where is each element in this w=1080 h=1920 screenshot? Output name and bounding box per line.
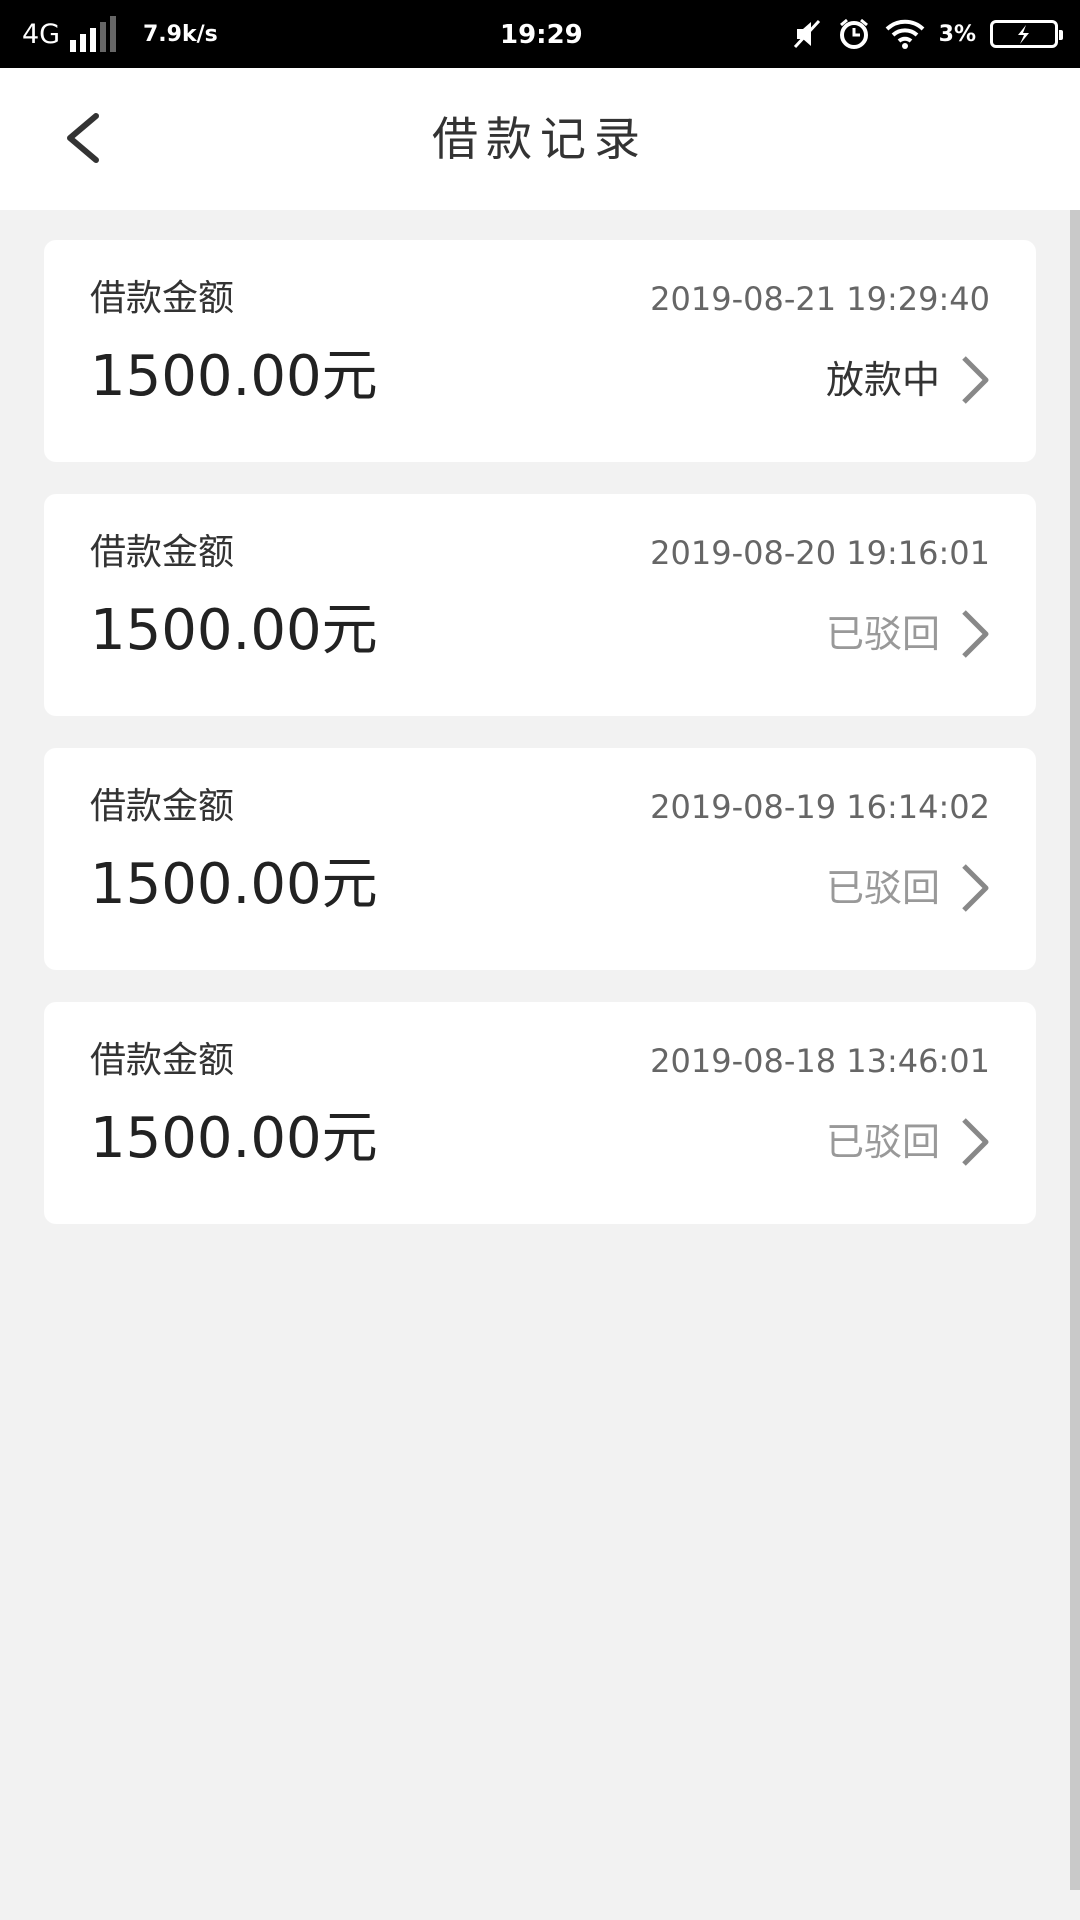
status-bar: 4G 7.9k/s 19:29 3% xyxy=(0,0,1080,68)
mute-icon xyxy=(793,19,820,49)
record-card[interactable]: 借款金额 2019-08-21 19:29:40 1500.00元 放款中 xyxy=(44,240,1036,462)
record-label: 借款金额 xyxy=(90,786,235,827)
record-label: 借款金额 xyxy=(90,278,235,319)
alarm-icon xyxy=(839,18,868,49)
battery-percent: 3% xyxy=(938,21,976,47)
record-amount: 1500.00元 xyxy=(90,598,378,663)
record-label: 借款金额 xyxy=(90,1040,235,1081)
chevron-right-icon xyxy=(962,864,989,912)
back-button[interactable] xyxy=(44,98,124,178)
record-card[interactable]: 借款金额 2019-08-20 19:16:01 1500.00元 已驳回 xyxy=(44,494,1036,716)
record-amount: 1500.00元 xyxy=(90,1106,378,1171)
record-status: 已驳回 xyxy=(825,866,940,910)
record-card[interactable]: 借款金额 2019-08-19 16:14:02 1500.00元 已驳回 xyxy=(44,748,1036,970)
record-date: 2019-08-21 19:29:40 xyxy=(650,280,990,318)
chevron-left-icon xyxy=(67,113,99,163)
record-status: 已驳回 xyxy=(825,612,940,656)
scrollbar[interactable] xyxy=(1070,210,1080,1890)
battery-charging-icon xyxy=(990,20,1063,48)
record-date: 2019-08-19 16:14:02 xyxy=(650,788,990,826)
record-label: 借款金额 xyxy=(90,532,235,573)
network-speed: 7.9k/s xyxy=(143,22,218,47)
signal-icon xyxy=(70,16,126,52)
clock: 19:29 xyxy=(500,20,583,50)
record-date: 2019-08-18 13:46:01 xyxy=(650,1042,990,1080)
wifi-icon xyxy=(885,19,925,49)
record-date: 2019-08-20 19:16:01 xyxy=(650,534,990,572)
record-amount: 1500.00元 xyxy=(90,852,378,917)
app-screen: 4G 7.9k/s 19:29 3% 借款记录 借款金额 2019-08-21 … xyxy=(0,0,1080,1920)
status-icons: 3% xyxy=(791,14,1063,54)
record-amount: 1500.00元 xyxy=(90,344,378,409)
header-bar: 借款记录 xyxy=(0,68,1080,210)
chevron-right-icon xyxy=(962,356,989,404)
record-card[interactable]: 借款金额 2019-08-18 13:46:01 1500.00元 已驳回 xyxy=(44,1002,1036,1224)
chevron-right-icon xyxy=(962,1118,989,1166)
network-type: 4G xyxy=(22,19,61,50)
record-list: 借款金额 2019-08-21 19:29:40 1500.00元 放款中 借款… xyxy=(44,240,1036,1256)
page-title: 借款记录 xyxy=(432,112,648,166)
record-status: 放款中 xyxy=(825,358,940,402)
chevron-right-icon xyxy=(962,610,989,658)
record-status: 已驳回 xyxy=(825,1120,940,1164)
